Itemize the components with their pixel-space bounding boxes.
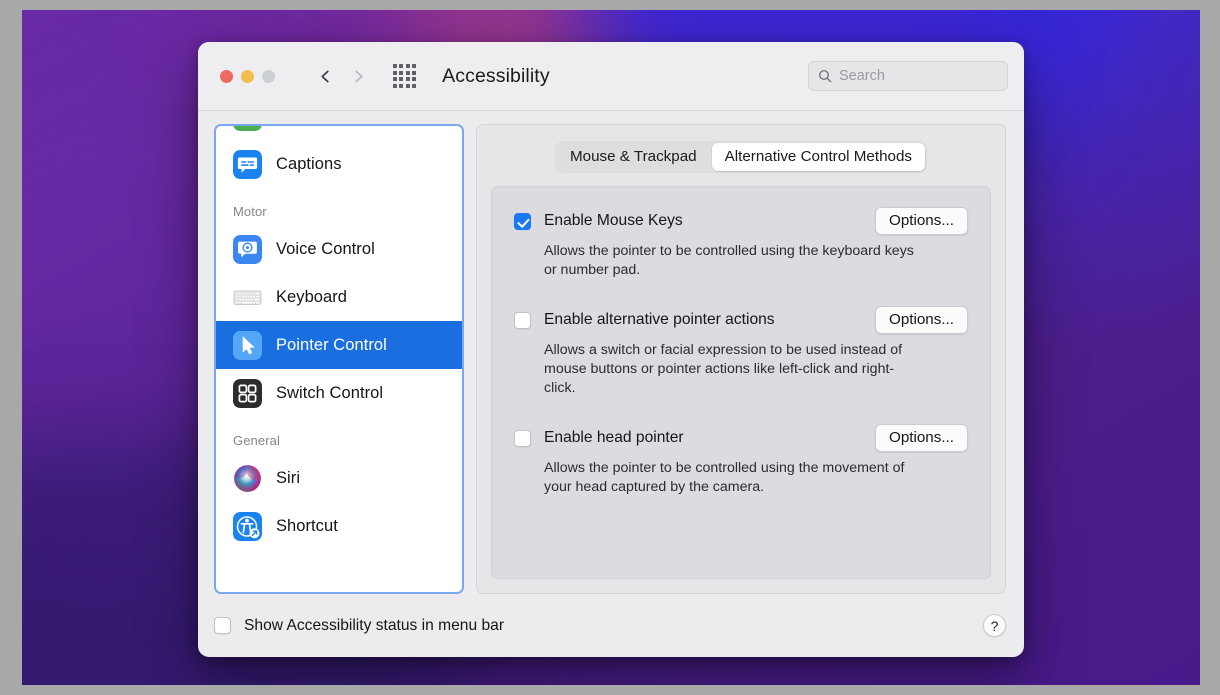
- alternative-pointer-actions-options-button[interactable]: Options...: [875, 306, 968, 334]
- window-footer: Show Accessibility status in menu bar ?: [198, 594, 1024, 657]
- window-titlebar: Accessibility Search: [198, 42, 1024, 111]
- show-all-grid-icon[interactable]: [393, 64, 416, 87]
- minimize-button[interactable]: [241, 70, 254, 83]
- search-icon: [818, 69, 832, 83]
- sidebar-item-label: Siri: [276, 469, 300, 488]
- forward-chevron-icon[interactable]: [352, 70, 365, 83]
- option-label: Enable alternative pointer actions: [544, 311, 775, 329]
- sidebar-section-general: General: [216, 417, 462, 454]
- segmented-control: Mouse & Trackpad Alternative Control Met…: [555, 141, 927, 173]
- navigation-buttons: [319, 70, 365, 83]
- sidebar-section-motor: Motor: [216, 188, 462, 225]
- switch-control-icon: [233, 379, 262, 408]
- sidebar-item-label: Pointer Control: [276, 336, 387, 355]
- show-accessibility-status-label: Show Accessibility status in menu bar: [244, 617, 504, 635]
- option-header: Enable alternative pointer actions Optio…: [514, 306, 968, 334]
- option-header: Enable Mouse Keys Options...: [514, 207, 968, 235]
- sidebar-item-switch-control[interactable]: Switch Control: [216, 369, 462, 417]
- preferences-sidebar[interactable]: RTT: [214, 124, 464, 594]
- keyboard-icon: [233, 283, 262, 312]
- tab-bar: Mouse & Trackpad Alternative Control Met…: [491, 141, 991, 173]
- show-accessibility-status-checkbox[interactable]: [214, 617, 231, 634]
- tab-alternative-control-methods[interactable]: Alternative Control Methods: [712, 143, 925, 171]
- sidebar-item-pointer-control[interactable]: Pointer Control: [216, 321, 462, 369]
- enable-alternative-pointer-actions-checkbox[interactable]: [514, 312, 531, 329]
- help-button[interactable]: ?: [983, 614, 1006, 637]
- sidebar-item-label: Keyboard: [276, 288, 347, 307]
- voice-control-icon: [233, 235, 262, 264]
- page-title: Accessibility: [442, 65, 550, 88]
- sidebar-item-rtt[interactable]: RTT: [216, 124, 462, 140]
- sidebar-item-keyboard[interactable]: Keyboard: [216, 273, 462, 321]
- option-description: Allows the pointer to be controlled usin…: [544, 242, 924, 280]
- shortcut-icon: [233, 512, 262, 541]
- close-button[interactable]: [220, 70, 233, 83]
- option-row-head-pointer: Enable head pointer Options... Allows th…: [514, 424, 968, 497]
- back-chevron-icon[interactable]: [319, 70, 332, 83]
- sidebar-item-label: RTT: [276, 124, 308, 126]
- traffic-lights: [220, 70, 275, 83]
- option-header: Enable head pointer Options...: [514, 424, 968, 452]
- option-label: Enable head pointer: [544, 429, 684, 447]
- sidebar-item-label: Switch Control: [276, 384, 383, 403]
- sidebar-scroll-area: RTT: [216, 124, 462, 592]
- options-panel: Enable Mouse Keys Options... Allows the …: [491, 186, 991, 579]
- system-preferences-window: Accessibility Search: [198, 42, 1024, 657]
- option-row-mouse-keys: Enable Mouse Keys Options... Allows the …: [514, 207, 968, 280]
- pointer-control-icon: [233, 331, 262, 360]
- option-description: Allows a switch or facial expression to …: [544, 341, 924, 398]
- window-body: RTT: [198, 111, 1024, 594]
- option-description: Allows the pointer to be controlled usin…: [544, 459, 924, 497]
- head-pointer-options-button[interactable]: Options...: [875, 424, 968, 452]
- option-row-alternative-pointer-actions: Enable alternative pointer actions Optio…: [514, 306, 968, 398]
- mouse-keys-options-button[interactable]: Options...: [875, 207, 968, 235]
- sidebar-item-shortcut[interactable]: Shortcut: [216, 502, 462, 550]
- zoom-button[interactable]: [262, 70, 275, 83]
- desktop-wallpaper: Accessibility Search: [22, 10, 1200, 685]
- tab-mouse-trackpad[interactable]: Mouse & Trackpad: [557, 143, 710, 171]
- search-placeholder: Search: [839, 68, 885, 84]
- sidebar-item-voice-control[interactable]: Voice Control: [216, 225, 462, 273]
- sidebar-item-label: Shortcut: [276, 517, 338, 536]
- siri-icon: [233, 464, 262, 493]
- sidebar-item-label: Voice Control: [276, 240, 375, 259]
- search-field[interactable]: Search: [808, 61, 1008, 91]
- option-label: Enable Mouse Keys: [544, 212, 683, 230]
- sidebar-item-captions[interactable]: Captions: [216, 140, 462, 188]
- enable-head-pointer-checkbox[interactable]: [514, 430, 531, 447]
- screen: Accessibility Search: [0, 0, 1220, 695]
- sidebar-item-label: Captions: [276, 155, 342, 174]
- rtt-icon: [233, 124, 262, 131]
- preferences-content: Mouse & Trackpad Alternative Control Met…: [476, 124, 1006, 594]
- captions-icon: [233, 150, 262, 179]
- sidebar-item-siri[interactable]: Siri: [216, 454, 462, 502]
- enable-mouse-keys-checkbox[interactable]: [514, 213, 531, 230]
